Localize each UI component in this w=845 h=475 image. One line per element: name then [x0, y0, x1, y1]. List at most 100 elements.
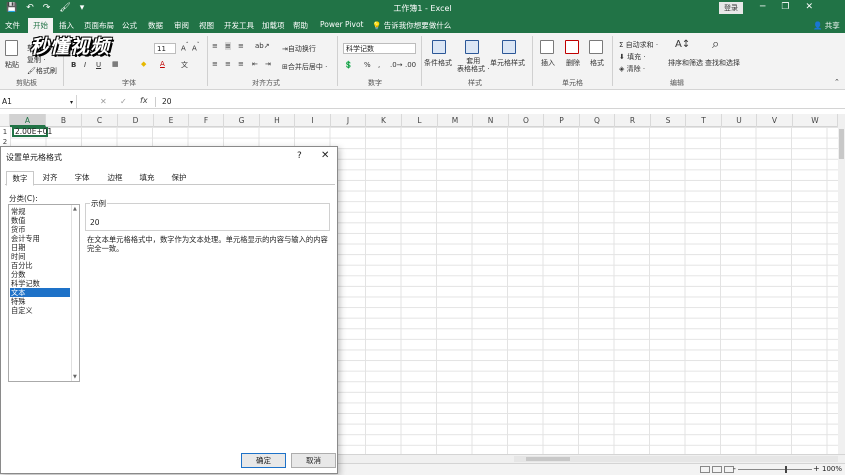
cell-a1[interactable]: 2.00E+01: [12, 127, 52, 137]
increase-font-icon[interactable]: Aˆ: [181, 43, 189, 52]
column-header[interactable]: Q: [580, 114, 615, 127]
conditional-format-icon[interactable]: [432, 40, 446, 54]
delete-cells-icon[interactable]: [565, 40, 579, 54]
column-header[interactable]: O: [509, 114, 544, 127]
category-item[interactable]: 百分比: [10, 261, 70, 270]
font-size-select[interactable]: 11: [154, 43, 176, 54]
column-header[interactable]: N: [473, 114, 509, 127]
tab-border[interactable]: 边框: [101, 171, 129, 185]
column-header[interactable]: R: [615, 114, 651, 127]
format-cells-button[interactable]: 格式: [590, 58, 604, 68]
font-color-icon[interactable]: A: [160, 60, 165, 68]
column-header[interactable]: C: [82, 114, 118, 127]
find-select-icon[interactable]: ⌕: [712, 37, 719, 52]
column-header[interactable]: E: [154, 114, 189, 127]
column-header[interactable]: P: [544, 114, 580, 127]
align-right-icon[interactable]: ≡: [238, 60, 244, 68]
merge-center-button[interactable]: ⊞合并后居中 ·: [282, 62, 327, 72]
format-table-icon[interactable]: [465, 40, 479, 54]
tab-number[interactable]: 数字: [6, 171, 34, 186]
tell-me-search[interactable]: 💡 告诉我你想要做什么: [372, 20, 451, 31]
normal-view-icon[interactable]: [700, 466, 710, 473]
column-header[interactable]: I: [295, 114, 331, 127]
column-header[interactable]: T: [686, 114, 722, 127]
ok-button[interactable]: 确定: [241, 453, 286, 468]
category-scrollbar[interactable]: ▲ ▼: [71, 205, 79, 381]
number-format-select[interactable]: 科学记数: [343, 43, 416, 54]
vertical-scroll-thumb[interactable]: [839, 129, 844, 159]
enter-icon[interactable]: ✓: [120, 97, 127, 106]
formula-input[interactable]: 20: [162, 97, 172, 106]
category-item[interactable]: 日期: [10, 243, 70, 252]
zoom-slider-thumb[interactable]: [785, 466, 787, 473]
tab-fill[interactable]: 填充: [133, 171, 161, 185]
tab-view[interactable]: 视图: [199, 20, 214, 31]
category-item[interactable]: 科学记数: [10, 279, 70, 288]
autosum-button[interactable]: Σ 自动求和 ·: [619, 40, 658, 50]
help-button[interactable]: ?: [297, 151, 302, 161]
phonetic-icon[interactable]: 文: [181, 60, 188, 70]
category-item[interactable]: 时间: [10, 252, 70, 261]
tab-developer[interactable]: 开发工具: [224, 20, 254, 31]
scroll-down-icon[interactable]: ▼: [73, 374, 77, 380]
sort-filter-icon[interactable]: A↕: [675, 39, 690, 50]
paste-label[interactable]: 粘贴: [5, 60, 19, 70]
cancel-button[interactable]: 取消: [291, 453, 336, 468]
tab-font[interactable]: 字体: [68, 171, 96, 185]
tab-addins[interactable]: 加载项: [262, 20, 285, 31]
align-left-icon[interactable]: ≡: [212, 60, 218, 68]
decrease-font-icon[interactable]: Aˇ: [192, 43, 200, 52]
category-item[interactable]: 分数: [10, 270, 70, 279]
page-layout-view-icon[interactable]: [712, 466, 722, 473]
insert-function-button[interactable]: fx: [140, 96, 148, 105]
bold-button[interactable]: B: [71, 61, 76, 69]
tab-insert[interactable]: 插入: [59, 20, 74, 31]
horizontal-scrollbar[interactable]: [514, 456, 838, 462]
row-header[interactable]: 2: [0, 138, 10, 146]
tab-protection[interactable]: 保护: [165, 171, 193, 185]
increase-decimal-icon[interactable]: .0→: [390, 61, 403, 69]
tab-home[interactable]: 开始: [28, 18, 53, 33]
format-painter-button[interactable]: 🖌格式刷: [27, 66, 57, 76]
cancel-icon[interactable]: ✕: [100, 97, 107, 106]
comma-button[interactable]: ,: [378, 61, 380, 69]
select-all-corner[interactable]: [0, 114, 10, 127]
format-cells-icon[interactable]: [589, 40, 603, 54]
find-select-button[interactable]: 查找和选择: [705, 58, 740, 68]
zoom-in-button[interactable]: +: [813, 464, 820, 473]
column-header[interactable]: W: [793, 114, 838, 127]
category-item[interactable]: 货币: [10, 225, 70, 234]
tab-page-layout[interactable]: 页面布局: [84, 20, 114, 31]
tab-file[interactable]: 文件: [5, 20, 20, 31]
tab-formulas[interactable]: 公式: [122, 20, 137, 31]
paste-icon[interactable]: [5, 40, 18, 56]
column-header[interactable]: G: [224, 114, 260, 127]
scroll-up-icon[interactable]: ▲: [73, 206, 77, 212]
column-header[interactable]: K: [366, 114, 402, 127]
align-middle-icon[interactable]: ≡: [225, 42, 231, 50]
column-header[interactable]: H: [260, 114, 295, 127]
category-item[interactable]: 常规: [10, 207, 70, 216]
category-item[interactable]: 特殊: [10, 297, 70, 306]
row-header[interactable]: 1: [0, 128, 10, 136]
sort-filter-button[interactable]: 排序和筛选: [668, 58, 703, 68]
insert-cells-button[interactable]: 插入: [541, 58, 555, 68]
close-icon[interactable]: ✕: [806, 2, 814, 12]
percent-button[interactable]: %: [364, 61, 371, 69]
orientation-icon[interactable]: ab↗: [255, 42, 270, 50]
login-button[interactable]: 登录: [719, 2, 743, 14]
category-item[interactable]: 自定义: [10, 306, 70, 315]
column-header[interactable]: U: [722, 114, 757, 127]
category-item[interactable]: 会计专用: [10, 234, 70, 243]
column-header[interactable]: B: [46, 114, 82, 127]
dialog-close-icon[interactable]: ✕: [321, 150, 329, 161]
zoom-level[interactable]: 100%: [822, 465, 842, 473]
name-box-dropdown-icon[interactable]: ▾: [70, 99, 73, 106]
insert-cells-icon[interactable]: [540, 40, 554, 54]
column-header[interactable]: L: [402, 114, 438, 127]
currency-icon[interactable]: 💲: [344, 61, 353, 69]
share-button[interactable]: 👤 共享: [813, 20, 840, 31]
tab-alignment[interactable]: 对齐: [36, 171, 64, 185]
border-icon[interactable]: ▦: [112, 60, 119, 68]
column-header[interactable]: D: [118, 114, 154, 127]
